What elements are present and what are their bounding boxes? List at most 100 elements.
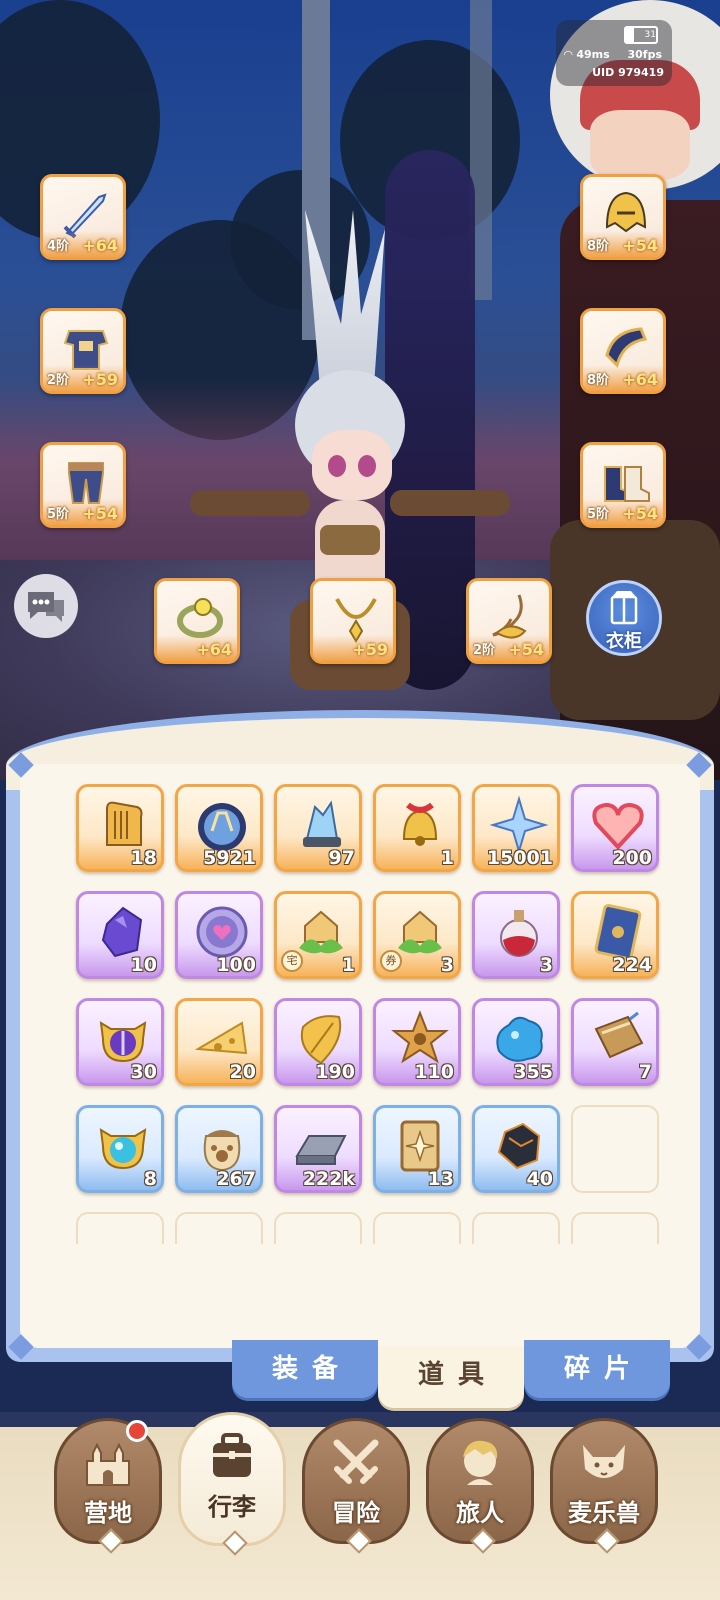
item-count: 97 (328, 847, 355, 869)
item-count: 5921 (203, 847, 256, 869)
nav-label: 行李 (208, 1493, 256, 1521)
item-count: 267 (216, 1168, 256, 1190)
nav-luggage[interactable]: 行李 (178, 1412, 286, 1556)
status-overlay: 31 ◠ 49ms 30fps UID 979419 (556, 20, 672, 86)
empty-item-slot (472, 1212, 560, 1244)
equip-slot-charm[interactable]: 2阶 +54 (466, 578, 552, 664)
item-count: 10 (130, 954, 157, 976)
equip-slot-boots[interactable]: 5阶 +54 (580, 442, 666, 528)
chat-bubble-icon (28, 592, 64, 622)
item-count: 20 (229, 1061, 256, 1083)
cat-beast-icon (583, 1445, 625, 1478)
inventory-item[interactable]: 97 (274, 784, 362, 872)
panel-corner (686, 1334, 712, 1360)
inventory-item[interactable]: 224 (571, 891, 659, 979)
equip-slot-necklace[interactable]: +59 (310, 578, 396, 664)
enhance-level: +64 (196, 640, 232, 659)
inventory-item[interactable]: 3 (472, 891, 560, 979)
outfit-top (320, 525, 380, 555)
inventory-item[interactable]: 券3 (373, 891, 461, 979)
sparkle-card-icon (400, 1120, 440, 1172)
item-count: 190 (315, 1061, 355, 1083)
inventory-item[interactable]: 30 (76, 998, 164, 1086)
tier-label: 5阶 (47, 507, 70, 522)
enhance-level: +59 (82, 370, 118, 389)
nav-label: 营地 (84, 1499, 132, 1527)
tier-label: 2阶 (47, 373, 70, 388)
inventory-panel: 18 5921 97 1 15001 200 10 100 宅 1 券 3 3 224 30 20 190 110… (6, 710, 714, 1362)
equip-slot-bracer[interactable]: 8阶 +64 (580, 308, 666, 394)
equip-slot-armor[interactable]: 2阶 +59 (40, 308, 126, 394)
inventory-item[interactable]: 13 (373, 1105, 461, 1193)
equip-slot-ring[interactable]: +64 (154, 578, 240, 664)
inventory-item[interactable]: 20 (175, 998, 263, 1086)
wardrobe-button[interactable]: 衣柜 (586, 580, 662, 656)
leaf-icon (300, 1015, 342, 1065)
item-count: 18 (130, 847, 157, 869)
inventory-item[interactable]: 355 (472, 998, 560, 1086)
inventory-item[interactable]: 1 (373, 784, 461, 872)
tier-label: 5阶 (587, 507, 610, 522)
inventory-item[interactable]: 267 (175, 1105, 263, 1193)
cat-lens-purple-icon (99, 1021, 147, 1063)
enhance-level: +54 (622, 236, 658, 255)
tab-items[interactable]: 道具 (378, 1346, 524, 1408)
inventory-item[interactable]: 200 (571, 784, 659, 872)
left-arm (190, 490, 310, 516)
inventory-item[interactable]: 100 (175, 891, 263, 979)
crossed-swords-icon (333, 1439, 379, 1484)
wifi-icon: ◠ (564, 48, 573, 61)
inventory-grid-area[interactable]: 18 5921 97 1 15001 200 10 100 宅 1 券 3 3 224 30 20 190 110… (8, 752, 712, 1360)
nav-label: 冒险 (332, 1499, 380, 1527)
inventory-item[interactable]: 110 (373, 998, 461, 1086)
item-count: 100 (216, 954, 256, 976)
heart-icon (592, 802, 644, 850)
item-count: 40 (526, 1168, 553, 1190)
equip-slot-helmet[interactable]: 8阶 +54 (580, 174, 666, 260)
tab-equipment[interactable]: 装备 (232, 1340, 378, 1398)
inventory-item[interactable]: 40 (472, 1105, 560, 1193)
enhance-level: +54 (622, 504, 658, 523)
nav-beasts[interactable]: 麦乐兽 (550, 1418, 658, 1554)
inventory-item[interactable]: 8 (76, 1105, 164, 1193)
equip-slot-pants[interactable]: 5阶 +54 (40, 442, 126, 528)
inventory-item[interactable]: 222k (274, 1105, 362, 1193)
inventory-item[interactable]: 15001 (472, 784, 560, 872)
empty-item-slot (274, 1212, 362, 1244)
item-count: 110 (414, 1061, 454, 1083)
right-arm (390, 490, 510, 516)
tab-label: 装备 (271, 1354, 352, 1384)
inventory-item[interactable]: 18 (76, 784, 164, 872)
item-count: 222k (302, 1168, 355, 1190)
purple-gem-icon (101, 906, 143, 958)
nav-label: 麦乐兽 (568, 1499, 640, 1527)
item-count: 13 (427, 1168, 454, 1190)
card-icon (594, 904, 642, 960)
inventory-item[interactable]: 5921 (175, 784, 263, 872)
tab-label: 道具 (417, 1360, 498, 1390)
blue-slime-icon (496, 1016, 543, 1062)
tab-fragments[interactable]: 碎片 (524, 1340, 670, 1398)
empty-item-slot (571, 1105, 659, 1193)
eye (358, 455, 376, 477)
empty-item-slot (76, 1212, 164, 1244)
tab-label: 碎片 (563, 1354, 644, 1384)
battery-level: 31 (644, 30, 656, 40)
inventory-item[interactable]: 宅1 (274, 891, 362, 979)
empty-item-slot (571, 1212, 659, 1244)
equip-slot-weapon[interactable]: 4阶 +64 (40, 174, 126, 260)
inventory-item[interactable]: 190 (274, 998, 362, 1086)
face (312, 430, 392, 500)
nav-traveler[interactable]: 旅人 (426, 1418, 534, 1554)
nav-label: 旅人 (456, 1499, 504, 1527)
tier-label: 2阶 (473, 643, 496, 658)
chat-button[interactable] (14, 574, 78, 638)
crystal-shard-icon (303, 800, 341, 847)
inventory-item[interactable]: 7 (571, 998, 659, 1086)
nav-adventure[interactable]: 冒险 (302, 1418, 410, 1554)
enhance-level: +64 (622, 370, 658, 389)
inventory-item[interactable]: 10 (76, 891, 164, 979)
star-crystal-icon (489, 795, 549, 855)
orb-icon (198, 803, 246, 851)
item-count: 224 (612, 954, 652, 976)
